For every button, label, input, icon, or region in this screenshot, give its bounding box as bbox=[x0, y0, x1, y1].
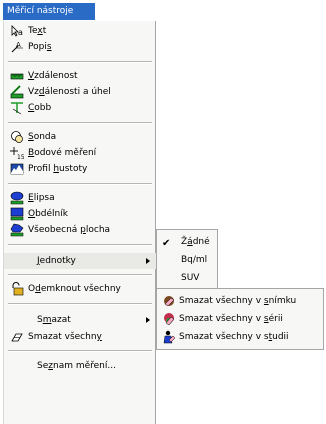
submenu-item-smazat-snimku[interactable]: Smazat všechny v snímku bbox=[157, 293, 323, 309]
menu-item-popis[interactable]: A Popis bbox=[4, 39, 156, 55]
menu-item-text[interactable]: a Text bbox=[4, 23, 156, 39]
menu-item-sonda[interactable]: Sonda bbox=[4, 129, 156, 145]
separator bbox=[8, 350, 152, 352]
ellipse-icon bbox=[10, 191, 24, 205]
ruler-angle-icon bbox=[10, 85, 24, 99]
svg-text:a: a bbox=[18, 28, 23, 37]
annotation-icon: A bbox=[11, 41, 23, 53]
menu-item-vzdalenost[interactable]: Vzdálenost bbox=[4, 68, 156, 84]
measuring-tools-menu: a Text A Popis Vzdálenost Vzdálenosti a … bbox=[3, 21, 156, 424]
delete-study-icon bbox=[163, 330, 176, 344]
menu-item-smazat-vsechny[interactable]: Smazat všechny bbox=[4, 329, 156, 345]
submenu-arrow-icon bbox=[146, 258, 150, 264]
menu-item-obdelnik[interactable]: Obdélník bbox=[4, 206, 156, 222]
separator bbox=[8, 122, 152, 124]
separator bbox=[8, 183, 152, 185]
submenu-item-suv[interactable]: SUV bbox=[157, 270, 217, 286]
menu-item-odemknout-vsechny[interactable]: Odemknout všechny bbox=[4, 281, 156, 297]
separator bbox=[8, 244, 152, 246]
menu-item-profil-hustoty[interactable]: Profil hustoty bbox=[4, 161, 156, 177]
submenu-item-smazat-serii[interactable]: Smazat všechny v sérii bbox=[157, 311, 323, 327]
svg-text:15: 15 bbox=[17, 154, 24, 160]
menu-item-vzdalenost-uhel[interactable]: Vzdálenosti a úhel bbox=[4, 84, 156, 100]
menu-item-elipsa[interactable]: Elipsa bbox=[4, 190, 156, 206]
submenu-arrow-icon bbox=[146, 317, 150, 323]
separator bbox=[8, 274, 152, 276]
ruler-icon bbox=[10, 73, 24, 80]
eraser-icon bbox=[11, 333, 23, 342]
menu-item-seznam-mereni[interactable]: Seznam měření... bbox=[4, 358, 156, 374]
menu-title: Měřicí nástroje bbox=[3, 3, 95, 20]
menu-item-vseobecna-plocha[interactable]: Všeobecná plocha bbox=[4, 222, 156, 238]
units-submenu: ✔ Žádné Bq/ml SUV bbox=[156, 229, 218, 289]
checkmark-icon: ✔ bbox=[162, 238, 171, 249]
menu-item-cobb[interactable]: Cobb bbox=[4, 100, 156, 116]
submenu-item-bqml[interactable]: Bq/ml bbox=[157, 252, 217, 268]
freeform-area-icon bbox=[10, 223, 24, 237]
unlock-icon bbox=[12, 282, 24, 296]
text-tool-icon: a bbox=[11, 25, 23, 37]
delete-image-icon bbox=[164, 296, 175, 307]
probe-icon bbox=[11, 131, 23, 143]
rectangle-icon bbox=[10, 207, 24, 221]
menu-item-jednotky[interactable]: Jednotky bbox=[4, 253, 156, 269]
cobb-angle-icon bbox=[11, 102, 23, 115]
separator bbox=[8, 61, 152, 63]
delete-submenu: Smazat všechny v snímku Smazat všechny v… bbox=[156, 288, 324, 350]
menu-item-smazat[interactable]: Smazat bbox=[4, 312, 156, 328]
separator bbox=[8, 303, 152, 305]
point-measure-icon: 15 bbox=[10, 147, 24, 160]
submenu-item-zadne[interactable]: ✔ Žádné bbox=[157, 234, 217, 250]
menu-item-bodove-mereni[interactable]: 15 Bodové měření bbox=[4, 145, 156, 161]
delete-series-icon bbox=[164, 313, 175, 326]
density-profile-icon bbox=[10, 163, 24, 175]
submenu-item-smazat-studii[interactable]: Smazat všechny v studii bbox=[157, 329, 323, 345]
